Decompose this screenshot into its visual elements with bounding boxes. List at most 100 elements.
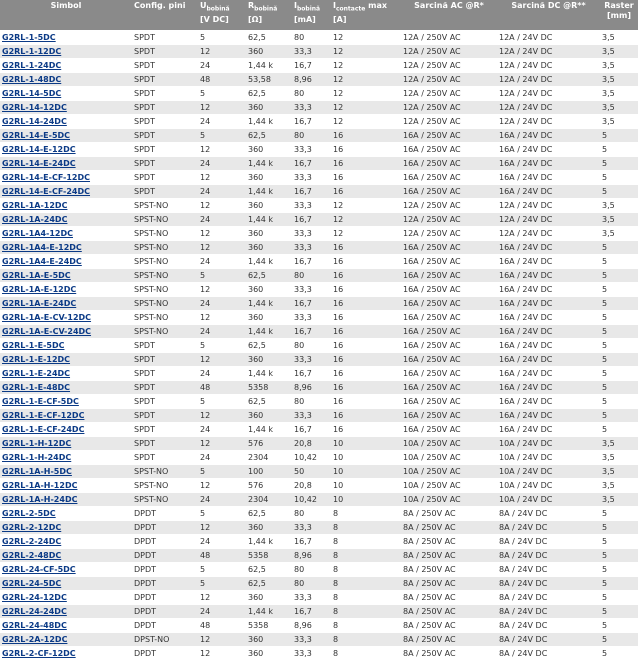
product-link[interactable]: G2RL-1-E-CF-12DC [2, 411, 84, 420]
simbol-cell[interactable]: G2RL-1-E-48DC [0, 381, 132, 395]
i-contacte-cell: 12 [331, 227, 401, 241]
simbol-cell[interactable]: G2RL-1-E-CF-12DC [0, 409, 132, 423]
simbol-cell[interactable]: G2RL-1A-H-24DC [0, 493, 132, 507]
product-link[interactable]: G2RL-24-24DC [2, 607, 67, 616]
simbol-cell[interactable]: G2RL-1A-E-CV-24DC [0, 325, 132, 339]
product-link[interactable]: G2RL-24-5DC [2, 579, 61, 588]
product-link[interactable]: G2RL-2-24DC [2, 537, 61, 546]
product-link[interactable]: G2RL-1A-E-CV-12DC [2, 313, 91, 322]
product-link[interactable]: G2RL-1-E-48DC [2, 383, 70, 392]
simbol-cell[interactable]: G2RL-1A-24DC [0, 213, 132, 227]
product-link[interactable]: G2RL-14-E-12DC [2, 145, 76, 154]
product-link[interactable]: G2RL-1A-H-24DC [2, 495, 77, 504]
simbol-cell[interactable]: G2RL-1-12DC [0, 45, 132, 59]
product-link[interactable]: G2RL-1-48DC [2, 75, 61, 84]
product-link[interactable]: G2RL-24-48DC [2, 621, 67, 630]
u-bobina-cell: 24 [198, 367, 246, 381]
product-link[interactable]: G2RL-14-24DC [2, 117, 67, 126]
i-contacte-cell: 8 [331, 591, 401, 605]
simbol-cell[interactable]: G2RL-1A-H-5DC [0, 465, 132, 479]
simbol-cell[interactable]: G2RL-2-5DC [0, 507, 132, 521]
product-link[interactable]: G2RL-1A-12DC [2, 201, 67, 210]
i-contacte-cell: 16 [331, 129, 401, 143]
sarcina-ac-cell: 16A / 250V AC [401, 255, 497, 269]
u-bobina-cell: 12 [198, 241, 246, 255]
product-link[interactable]: G2RL-1-12DC [2, 47, 61, 56]
product-link[interactable]: G2RL-14-E-CF-12DC [2, 173, 90, 182]
product-link[interactable]: G2RL-2A-12DC [2, 635, 67, 644]
simbol-cell[interactable]: G2RL-1-E-CF-5DC [0, 395, 132, 409]
simbol-cell[interactable]: G2RL-1A4-E-12DC [0, 241, 132, 255]
product-link[interactable]: G2RL-14-E-24DC [2, 159, 76, 168]
product-link[interactable]: G2RL-1-24DC [2, 61, 61, 70]
simbol-cell[interactable]: G2RL-1-24DC [0, 59, 132, 73]
simbol-cell[interactable]: G2RL-1A-E-12DC [0, 283, 132, 297]
product-link[interactable]: G2RL-1A-E-CV-24DC [2, 327, 91, 336]
i-contacte-cell: 12 [331, 87, 401, 101]
sarcina-ac-cell: 16A / 250V AC [401, 269, 497, 283]
product-link[interactable]: G2RL-1A-E-12DC [2, 285, 76, 294]
product-link[interactable]: G2RL-1-H-24DC [2, 453, 71, 462]
product-link[interactable]: G2RL-14-E-5DC [2, 131, 70, 140]
product-link[interactable]: G2RL-14-12DC [2, 103, 67, 112]
product-link[interactable]: G2RL-1-E-5DC [2, 341, 64, 350]
simbol-cell[interactable]: G2RL-1-E-CF-24DC [0, 423, 132, 437]
simbol-cell[interactable]: G2RL-2-48DC [0, 549, 132, 563]
product-link[interactable]: G2RL-1A4-E-24DC [2, 257, 82, 266]
product-link[interactable]: G2RL-24-12DC [2, 593, 67, 602]
product-link[interactable]: G2RL-14-E-CF-24DC [2, 187, 90, 196]
product-link[interactable]: G2RL-1-E-12DC [2, 355, 70, 364]
product-link[interactable]: G2RL-1-H-12DC [2, 439, 71, 448]
simbol-cell[interactable]: G2RL-24-12DC [0, 591, 132, 605]
product-link[interactable]: G2RL-1A-E-24DC [2, 299, 76, 308]
simbol-cell[interactable]: G2RL-1-48DC [0, 73, 132, 87]
sarcina-ac-cell: 16A / 250V AC [401, 143, 497, 157]
simbol-cell[interactable]: G2RL-14-E-12DC [0, 143, 132, 157]
simbol-cell[interactable]: G2RL-14-E-CF-24DC [0, 185, 132, 199]
sarcina-ac-cell: 16A / 250V AC [401, 283, 497, 297]
product-link[interactable]: G2RL-14-5DC [2, 89, 61, 98]
product-link[interactable]: G2RL-2-48DC [2, 551, 61, 560]
simbol-cell[interactable]: G2RL-1A-12DC [0, 199, 132, 213]
product-link[interactable]: G2RL-1A4-12DC [2, 229, 73, 238]
simbol-cell[interactable]: G2RL-14-5DC [0, 87, 132, 101]
simbol-cell[interactable]: G2RL-14-12DC [0, 101, 132, 115]
simbol-cell[interactable]: G2RL-2-CF-12DC [0, 647, 132, 660]
simbol-cell[interactable]: G2RL-24-24DC [0, 605, 132, 619]
product-link[interactable]: G2RL-1-5DC [2, 33, 56, 42]
simbol-cell[interactable]: G2RL-1A-E-5DC [0, 269, 132, 283]
simbol-cell[interactable]: G2RL-24-48DC [0, 619, 132, 633]
product-link[interactable]: G2RL-1-E-24DC [2, 369, 70, 378]
simbol-cell[interactable]: G2RL-1-E-12DC [0, 353, 132, 367]
sarcina-dc-cell: 16A / 24V DC [497, 185, 600, 199]
product-link[interactable]: G2RL-1A-24DC [2, 215, 67, 224]
simbol-cell[interactable]: G2RL-14-24DC [0, 115, 132, 129]
simbol-cell[interactable]: G2RL-24-CF-5DC [0, 563, 132, 577]
simbol-cell[interactable]: G2RL-2A-12DC [0, 633, 132, 647]
simbol-cell[interactable]: G2RL-1A4-12DC [0, 227, 132, 241]
simbol-cell[interactable]: G2RL-1-E-5DC [0, 339, 132, 353]
simbol-cell[interactable]: G2RL-1-E-24DC [0, 367, 132, 381]
simbol-cell[interactable]: G2RL-1A-E-CV-12DC [0, 311, 132, 325]
product-link[interactable]: G2RL-1A-H-5DC [2, 467, 72, 476]
simbol-cell[interactable]: G2RL-1-H-12DC [0, 437, 132, 451]
product-link[interactable]: G2RL-1-E-CF-24DC [2, 425, 84, 434]
product-link[interactable]: G2RL-24-CF-5DC [2, 565, 76, 574]
simbol-cell[interactable]: G2RL-14-E-CF-12DC [0, 171, 132, 185]
product-link[interactable]: G2RL-1A4-E-12DC [2, 243, 82, 252]
simbol-cell[interactable]: G2RL-24-5DC [0, 577, 132, 591]
simbol-cell[interactable]: G2RL-1A-E-24DC [0, 297, 132, 311]
product-link[interactable]: G2RL-1A-E-5DC [2, 271, 71, 280]
simbol-cell[interactable]: G2RL-14-E-24DC [0, 157, 132, 171]
product-link[interactable]: G2RL-2-12DC [2, 523, 61, 532]
product-link[interactable]: G2RL-2-5DC [2, 509, 56, 518]
simbol-cell[interactable]: G2RL-2-12DC [0, 521, 132, 535]
simbol-cell[interactable]: G2RL-1A-H-12DC [0, 479, 132, 493]
simbol-cell[interactable]: G2RL-1-5DC [0, 31, 132, 45]
simbol-cell[interactable]: G2RL-14-E-5DC [0, 129, 132, 143]
simbol-cell[interactable]: G2RL-1-H-24DC [0, 451, 132, 465]
product-link[interactable]: G2RL-1-E-CF-5DC [2, 397, 79, 406]
simbol-cell[interactable]: G2RL-1A4-E-24DC [0, 255, 132, 269]
simbol-cell[interactable]: G2RL-2-24DC [0, 535, 132, 549]
product-link[interactable]: G2RL-1A-H-12DC [2, 481, 77, 490]
